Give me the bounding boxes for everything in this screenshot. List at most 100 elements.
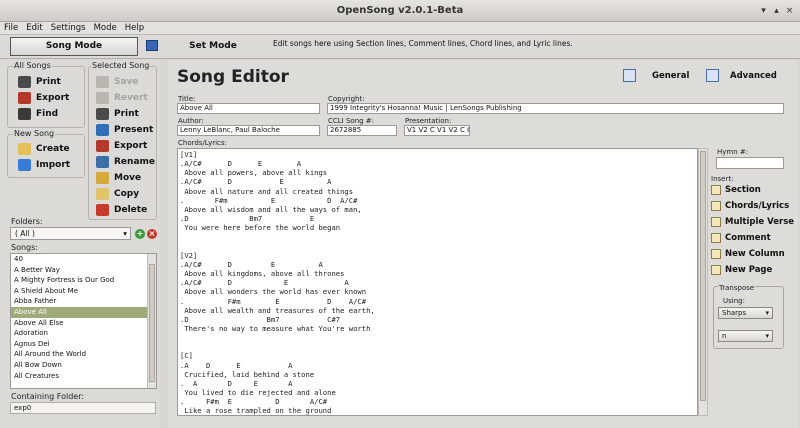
- insert-new-page-button[interactable]: New Page: [711, 264, 772, 276]
- transpose-amount-select[interactable]: n ▾: [718, 330, 773, 342]
- songs-label: Songs:: [11, 243, 38, 252]
- menu-bar: File Edit Settings Mode Help: [0, 22, 800, 35]
- hymn-field[interactable]: [716, 157, 784, 169]
- insert-section-button[interactable]: Section: [711, 184, 761, 196]
- list-item[interactable]: Abba Father: [11, 296, 156, 307]
- button-label: Multiple Verse: [725, 217, 795, 227]
- all-songs-print-button[interactable]: Print: [18, 75, 61, 89]
- author-field[interactable]: Lenny LeBlanc, Paul Baloche: [177, 125, 320, 136]
- list-item[interactable]: A Mighty Fortress is Our God: [11, 275, 156, 286]
- chevron-down-icon: ▾: [123, 229, 127, 238]
- delete-button[interactable]: Delete: [96, 203, 147, 217]
- export-icon: [96, 140, 109, 152]
- copy-button[interactable]: Copy: [96, 187, 139, 201]
- column-icon: [711, 249, 721, 259]
- lyrics-scrollbar[interactable]: [698, 148, 708, 416]
- button-label: Rename: [114, 157, 155, 167]
- create-button[interactable]: Create: [18, 142, 70, 156]
- selected-song-label: Selected Song: [91, 61, 151, 70]
- revert-icon: [96, 92, 109, 104]
- folders-label: Folders:: [11, 217, 43, 226]
- lyrics-textarea[interactable]: [V1] .A/C# D E A Above all powers, above…: [177, 148, 698, 416]
- insert-label: Insert:: [711, 175, 734, 183]
- button-label: Delete: [114, 205, 148, 215]
- page-title: Song Editor: [177, 67, 289, 87]
- menu-file[interactable]: File: [0, 22, 22, 34]
- insert-comment-button[interactable]: Comment: [711, 232, 771, 244]
- chords-icon: [711, 201, 721, 211]
- song-list[interactable]: 40 A Better Way A Mighty Fortress is Our…: [10, 253, 157, 389]
- presentation-field[interactable]: V1 V2 C V1 V2 C C: [404, 125, 470, 136]
- list-item[interactable]: Above All Else: [11, 318, 156, 329]
- list-item[interactable]: Adoration: [11, 328, 156, 339]
- list-item-selected[interactable]: Above All: [11, 306, 156, 318]
- set-mode-icon[interactable]: [146, 40, 158, 51]
- advanced-icon[interactable]: [706, 69, 719, 82]
- list-item[interactable]: All Creatures: [11, 371, 156, 382]
- menu-mode[interactable]: Mode: [90, 22, 121, 34]
- section-icon: [711, 185, 721, 195]
- menu-settings[interactable]: Settings: [47, 22, 90, 34]
- save-button[interactable]: Save: [96, 75, 139, 89]
- list-item[interactable]: A Better Way: [11, 265, 156, 276]
- import-button[interactable]: Import: [18, 158, 70, 172]
- move-icon: [96, 172, 109, 184]
- title-label: Title:: [178, 95, 196, 103]
- rename-button[interactable]: Rename: [96, 155, 155, 169]
- minimize-icon[interactable]: ▾: [758, 6, 769, 17]
- present-button[interactable]: Present: [96, 123, 153, 137]
- song-list-scrollbar[interactable]: [147, 254, 156, 388]
- menu-edit[interactable]: Edit: [22, 22, 46, 34]
- close-icon[interactable]: ×: [784, 6, 795, 17]
- maximize-icon[interactable]: ▴: [771, 6, 782, 17]
- insert-multiple-verse-button[interactable]: Multiple Verse: [711, 216, 794, 228]
- ccli-field[interactable]: 2672885: [327, 125, 397, 136]
- selected-export-button[interactable]: Export: [96, 139, 147, 153]
- advanced-button[interactable]: Advanced: [730, 71, 777, 81]
- select-value: Sharps: [722, 309, 747, 317]
- set-mode-button[interactable]: Set Mode: [178, 41, 248, 51]
- find-button[interactable]: Find: [18, 107, 58, 121]
- list-item[interactable]: 40: [11, 254, 156, 265]
- selected-print-button[interactable]: Print: [96, 107, 139, 121]
- list-item[interactable]: Agnus Dei: [11, 339, 156, 350]
- move-button[interactable]: Move: [96, 171, 141, 185]
- containing-folder-label: Containing Folder:: [11, 392, 85, 401]
- button-label: Move: [114, 173, 142, 183]
- list-item[interactable]: All Bow Down: [11, 360, 156, 371]
- scrollbar-thumb[interactable]: [149, 264, 155, 382]
- title-field[interactable]: Above All: [177, 103, 320, 114]
- song-mode-button[interactable]: Song Mode: [10, 37, 138, 56]
- general-icon[interactable]: [623, 69, 636, 82]
- chords-lyrics-label: Chords/Lyrics:: [178, 139, 227, 147]
- button-label: Revert: [114, 93, 148, 103]
- list-item[interactable]: A Shield About Me: [11, 286, 156, 297]
- revert-button[interactable]: Revert: [96, 91, 148, 105]
- scrollbar-thumb[interactable]: [700, 151, 706, 401]
- copyright-field[interactable]: 1999 Integrity's Hosanna! Music | LenSon…: [327, 103, 784, 114]
- folders-select[interactable]: ( All ) ▾: [10, 227, 131, 240]
- menu-help[interactable]: Help: [121, 22, 148, 34]
- general-button[interactable]: General: [652, 71, 689, 81]
- chevron-down-icon: ▾: [765, 332, 769, 340]
- remove-folder-icon[interactable]: ×: [147, 229, 157, 239]
- select-value: n: [722, 332, 727, 340]
- insert-chords-lyrics-button[interactable]: Chords/Lyrics: [711, 200, 789, 212]
- delete-icon: [96, 204, 109, 216]
- list-item[interactable]: All Around the World: [11, 349, 156, 360]
- find-icon: [18, 108, 31, 120]
- button-label: Export: [114, 141, 148, 151]
- containing-folder-field[interactable]: exp0: [10, 402, 156, 414]
- folders-value: ( All ): [15, 229, 35, 238]
- page-icon: [711, 265, 721, 275]
- insert-new-column-button[interactable]: New Column: [711, 248, 785, 260]
- button-label: Find: [36, 109, 59, 119]
- button-label: Print: [114, 109, 139, 119]
- printer-icon: [18, 76, 31, 88]
- button-label: Present: [114, 125, 154, 135]
- add-folder-icon[interactable]: +: [135, 229, 145, 239]
- button-label: Chords/Lyrics: [725, 201, 790, 211]
- all-songs-export-button[interactable]: Export: [18, 91, 69, 105]
- title-bar: OpenSong v2.0.1-Beta ▾ ▴ ×: [0, 0, 800, 22]
- transpose-using-select[interactable]: Sharps ▾: [718, 307, 773, 319]
